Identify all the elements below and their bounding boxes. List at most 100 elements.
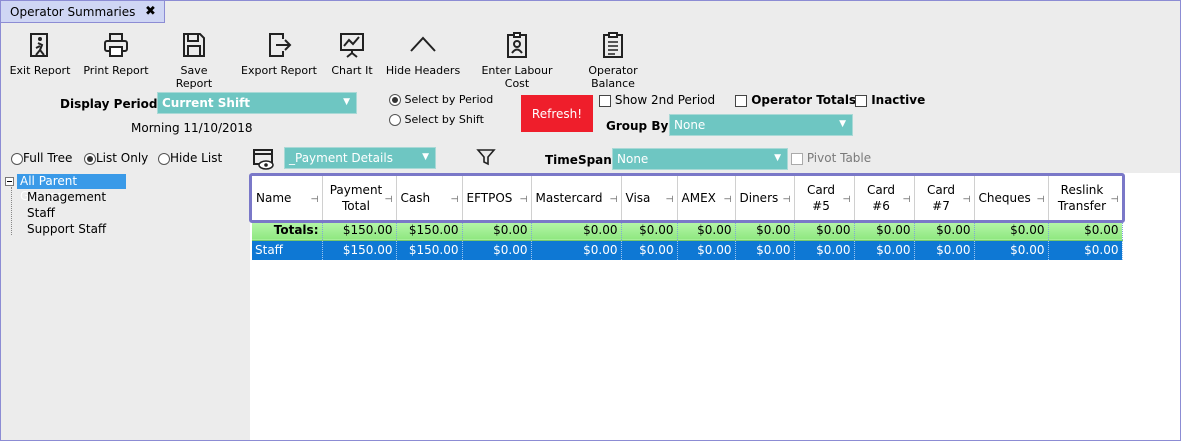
filter-icon <box>476 149 496 166</box>
show-2nd-period-checkbox[interactable]: Show 2nd Period <box>599 93 715 107</box>
column-header-text: EFTPOS <box>466 190 513 205</box>
timespan-dropdown[interactable]: None ▼ <box>612 148 788 170</box>
chevron-up-icon <box>410 36 436 52</box>
export-report-button[interactable]: Export Report <box>241 31 317 83</box>
column-header[interactable]: Diners ⊣ <box>735 176 795 220</box>
list-only-option[interactable]: List Only <box>84 151 148 165</box>
refresh-button[interactable]: Refresh! <box>521 95 593 132</box>
full-tree-label: Full Tree <box>23 151 73 165</box>
tree-root[interactable]: All Parent Groups <box>5 174 126 203</box>
column-header[interactable]: Mastercard ⊣ <box>531 176 622 220</box>
pin-icon[interactable]: ⊣ <box>610 192 618 208</box>
column-header[interactable]: EFTPOS ⊣ <box>462 176 532 220</box>
clipboard-icon <box>603 32 623 58</box>
chevron-down-icon: ▼ <box>839 119 846 129</box>
pin-icon[interactable]: ⊣ <box>520 192 528 208</box>
table-cell: $0.00 <box>794 240 855 260</box>
chart-icon <box>340 33 364 58</box>
pin-icon[interactable]: ⊣ <box>724 192 732 208</box>
pin-icon[interactable]: ⊣ <box>843 192 851 208</box>
pivot-table-checkbox[interactable]: Pivot Table <box>791 151 871 165</box>
column-header[interactable]: Cheques ⊣ <box>974 176 1049 220</box>
timespan-label: TimeSpan: <box>545 153 617 167</box>
badge-icon <box>507 32 527 58</box>
pin-icon[interactable]: ⊣ <box>451 192 459 208</box>
inactive-label: Inactive <box>871 93 926 107</box>
pin-icon[interactable]: ⊣ <box>666 192 674 208</box>
pin-icon[interactable]: ⊣ <box>1037 192 1045 208</box>
inactive-checkbox[interactable]: Inactive <box>855 93 925 107</box>
tree-item-support-staff[interactable]: Support Staff <box>27 222 106 237</box>
display-period-dropdown[interactable]: Current Shift ▼ <box>157 92 357 114</box>
collapse-icon[interactable] <box>5 177 14 186</box>
tree-item-management[interactable]: Management <box>27 190 106 205</box>
hide-list-option[interactable]: Hide List <box>158 151 222 165</box>
pin-icon[interactable]: ⊣ <box>783 192 791 208</box>
full-tree-option[interactable]: Full Tree <box>11 151 72 165</box>
table-cell: $0.00 <box>531 240 622 260</box>
column-header[interactable]: Card #5 ⊣ <box>794 176 855 220</box>
pin-icon[interactable]: ⊣ <box>963 192 971 208</box>
layout-dropdown[interactable]: _Payment Details ▼ <box>284 147 436 169</box>
column-header[interactable]: Cash ⊣ <box>396 176 463 220</box>
table-cell: $0.00 <box>621 240 678 260</box>
table-header-row: Name ⊣ Payment Total ⊣ Cash ⊣ EFTPOS ⊣ Mastercard… <box>252 176 1123 220</box>
tab-operator-summaries[interactable]: Operator Summaries ✖ <box>1 1 165 23</box>
checkbox-icon <box>791 152 803 165</box>
export-icon <box>269 33 292 57</box>
operator-summaries-window: Operator Summaries ✖ Exit Report Print R… <box>0 0 1181 441</box>
hide-headers-button[interactable]: Hide Headers <box>385 31 461 83</box>
column-header[interactable]: Payment Total ⊣ <box>322 176 397 220</box>
show-2nd-period-label: Show 2nd Period <box>614 93 716 107</box>
select-by-shift-option[interactable]: Select by Shift <box>389 113 484 126</box>
chevron-down-icon: ▼ <box>343 97 350 107</box>
enter-labour-cost-label: Enter Labour Cost <box>481 64 553 90</box>
exit-report-label: Exit Report <box>9 64 71 77</box>
totals-row[interactable]: Totals: $150.00 $150.00 $0.00 $0.00 $0.00 $0.0… <box>252 219 1123 241</box>
table-cell: $0.00 <box>1048 240 1123 260</box>
select-by-period-option[interactable]: Select by Period <box>389 93 493 106</box>
group-by-dropdown[interactable]: None ▼ <box>669 114 853 136</box>
operator-totals-checkbox[interactable]: Operator Totals <box>735 93 856 107</box>
exit-report-button[interactable]: Exit Report <box>9 31 71 83</box>
print-report-label: Print Report <box>83 64 149 77</box>
chart-it-button[interactable]: Chart It <box>327 31 377 83</box>
pin-icon[interactable]: ⊣ <box>385 192 393 208</box>
checkbox-icon <box>735 94 747 107</box>
column-header-text: AMEX <box>681 190 716 205</box>
column-header-text: Card <box>926 182 956 197</box>
layout-preview-button[interactable] <box>252 147 276 174</box>
checkbox-icon <box>855 94 867 107</box>
close-tab-icon[interactable]: ✖ <box>145 4 156 19</box>
column-header[interactable]: Reslink Transfer ⊣ <box>1048 176 1123 220</box>
save-icon <box>183 33 205 57</box>
pin-icon[interactable]: ⊣ <box>311 192 319 208</box>
filter-button[interactable] <box>476 147 496 170</box>
table-cell: $0.00 <box>1048 219 1123 241</box>
pin-icon[interactable]: ⊣ <box>1111 192 1119 208</box>
list-only-label: List Only <box>96 151 149 165</box>
table-cell: $0.00 <box>914 240 975 260</box>
table-cell: $0.00 <box>854 219 915 241</box>
hide-list-label: Hide List <box>170 151 223 165</box>
save-report-button[interactable]: Save Report <box>161 31 227 90</box>
column-header-text: Name <box>256 190 292 205</box>
column-header[interactable]: Card #6 ⊣ <box>854 176 915 220</box>
pin-icon[interactable]: ⊣ <box>903 192 911 208</box>
radio-icon <box>158 152 170 165</box>
column-header[interactable]: Card #7 ⊣ <box>914 176 975 220</box>
table-cell: $0.00 <box>677 240 736 260</box>
display-period-value: Current Shift <box>162 96 251 110</box>
table-cell: $0.00 <box>974 240 1049 260</box>
print-report-button[interactable]: Print Report <box>83 31 149 83</box>
enter-labour-cost-button[interactable]: Enter Labour Cost <box>469 31 565 90</box>
table-row[interactable]: Staff $150.00 $150.00 $0.00 $0.00 $0.00 $0.00 $… <box>252 240 1123 260</box>
select-by-period-label: Select by Period <box>404 93 494 106</box>
tree-item-staff[interactable]: Staff <box>27 206 55 221</box>
column-header[interactable]: Visa ⊣ <box>621 176 678 220</box>
column-header-text: Total <box>341 198 371 213</box>
column-header-text: Reslink <box>1060 182 1104 197</box>
column-header[interactable]: Name ⊣ <box>252 176 323 220</box>
column-header[interactable]: AMEX ⊣ <box>677 176 736 220</box>
operator-balance-button[interactable]: Operator Balance <box>567 31 659 90</box>
